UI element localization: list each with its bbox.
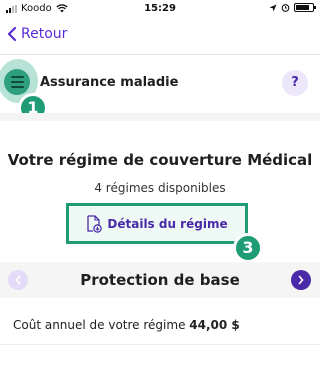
- location-icon: [269, 4, 277, 11]
- battery-icon: [294, 3, 316, 12]
- cost-divider: [0, 344, 320, 345]
- status-right: [269, 3, 316, 12]
- plans-count: 4 régimes disponibles: [94, 181, 226, 195]
- callout-badge-3: 3: [233, 233, 263, 263]
- annual-cost-label: Coût annuel de votre régime: [13, 318, 186, 332]
- next-plan-button[interactable]: [291, 270, 311, 290]
- plan-selector: Protection de base: [0, 262, 320, 298]
- document-download-icon: [87, 214, 103, 233]
- alarm-icon: [281, 4, 290, 12]
- help-icon[interactable]: ?: [282, 70, 308, 96]
- chevron-right-icon: [298, 275, 304, 285]
- back-label: Retour: [21, 26, 68, 42]
- status-bar: Koodo 15:29: [0, 0, 320, 18]
- annual-cost: Coût annuel de votre régime 44,00 $: [13, 318, 240, 332]
- plan-details-button[interactable]: Détails du régime: [66, 203, 248, 244]
- coverage-title: Votre régime de couverture Médical: [7, 151, 313, 169]
- plan-details-label: Détails du régime: [107, 216, 228, 231]
- app-header: Assurance maladie ?: [0, 55, 320, 113]
- plan-name: Protection de base: [80, 271, 240, 289]
- back-button[interactable]: Retour: [6, 26, 67, 42]
- chevron-left-icon: [7, 26, 17, 42]
- annual-cost-value: 44,00 $: [189, 318, 240, 332]
- section-separator: [0, 113, 320, 121]
- page-title: Assurance maladie: [40, 75, 179, 90]
- menu-icon[interactable]: [4, 69, 30, 95]
